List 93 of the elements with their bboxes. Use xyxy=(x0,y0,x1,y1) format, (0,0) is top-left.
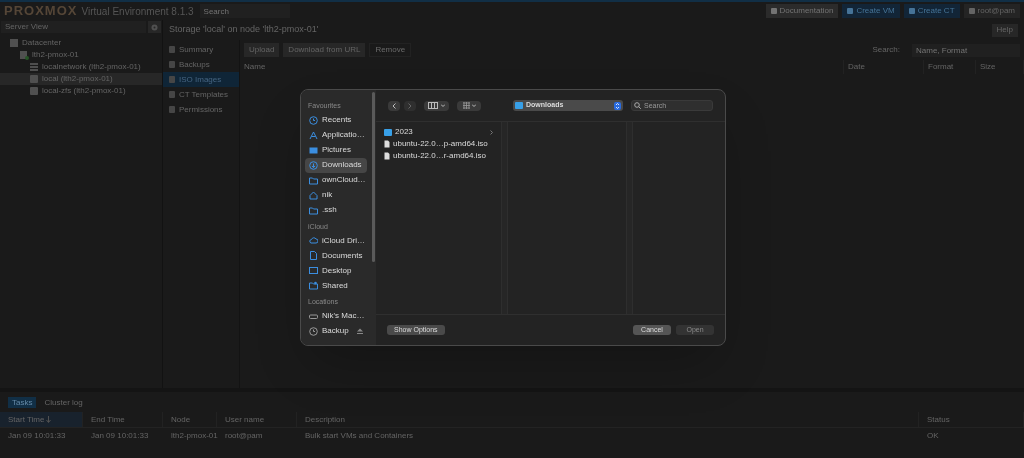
column-header[interactable]: Description xyxy=(297,412,919,427)
chevron-right-icon xyxy=(490,129,493,135)
clock-icon xyxy=(309,115,318,125)
logo: PROXMOX xyxy=(4,2,78,21)
caret-icon xyxy=(441,104,445,107)
stepper-icon xyxy=(614,101,621,110)
sidebar-item[interactable]: .ssh xyxy=(305,202,368,218)
picture-icon xyxy=(309,145,318,155)
file-item[interactable]: ubuntu-22.0…p-amd64.iso xyxy=(384,138,493,150)
grid-view-button[interactable] xyxy=(457,100,481,111)
column-header[interactable]: Date xyxy=(844,60,924,74)
sidebar-item[interactable]: Shared xyxy=(305,278,368,293)
column-header[interactable]: User name xyxy=(217,412,297,427)
product-version: Virtual Environment 8.1.3 xyxy=(81,4,194,19)
sidebar-item[interactable]: ownCloud… xyxy=(305,172,368,188)
house-icon xyxy=(309,190,318,200)
cloud-icon xyxy=(309,236,318,245)
drive-icon xyxy=(309,311,318,321)
nav-item[interactable]: Permissions xyxy=(163,102,239,117)
document-icon xyxy=(309,251,318,260)
header-button[interactable]: Create CT xyxy=(903,4,960,18)
folder-icon xyxy=(515,102,523,109)
tree-item[interactable]: lth2-pmox-01 xyxy=(0,49,162,61)
folder-icon xyxy=(309,205,318,215)
scrollbar[interactable] xyxy=(372,92,376,262)
header-button[interactable]: Documentation xyxy=(765,4,839,18)
table-cell-text: root@pam xyxy=(224,429,264,442)
column-header[interactable]: Name xyxy=(240,60,844,74)
datacenter-icon xyxy=(10,38,19,48)
nav-item[interactable]: Backups xyxy=(163,57,239,72)
table-cell-text: OK xyxy=(926,429,940,442)
search-field[interactable]: Search xyxy=(199,4,290,18)
download-icon xyxy=(309,160,318,170)
column-header[interactable]: Format xyxy=(924,60,976,74)
app-icon xyxy=(309,130,318,140)
columns-icon xyxy=(428,102,439,109)
sidebar-item[interactable]: Nik's Mac… xyxy=(305,308,368,324)
search-label: Search: xyxy=(872,44,900,56)
nav-item[interactable]: ISO Images xyxy=(163,72,239,87)
file-item[interactable]: ubuntu-22.0…r-amd64.iso xyxy=(384,150,493,162)
sidebar-item[interactable]: Desktop xyxy=(305,263,368,278)
caret-icon xyxy=(471,104,476,107)
back-button[interactable] xyxy=(388,100,400,111)
folder-icon xyxy=(384,128,392,136)
column-header[interactable]: Size xyxy=(976,60,1024,74)
sidebar-item[interactable]: nik xyxy=(305,187,368,203)
table-cell-text: lth2-pmox-01 xyxy=(170,429,217,442)
view-selector[interactable]: Server View xyxy=(1,21,146,33)
search-field[interactable]: Name, Format xyxy=(912,43,1020,57)
settings-icon xyxy=(151,23,158,31)
nav-item[interactable]: CT Templates xyxy=(163,87,239,102)
tree-item[interactable]: Datacenter xyxy=(0,37,162,49)
node-icon xyxy=(20,50,29,60)
user-icon xyxy=(968,8,975,14)
sidebar-item[interactable]: Documents xyxy=(305,248,368,263)
tree-item[interactable]: localnetwork (lth2-pmox-01) xyxy=(0,61,162,73)
page-icon xyxy=(169,46,175,53)
column-header[interactable]: Start Time xyxy=(0,412,83,427)
tree-item[interactable]: local-zfs (lth2-pmox-01) xyxy=(0,85,162,97)
table-cell-text: Bulk start VMs and Containers xyxy=(304,429,415,442)
sidebar-item[interactable]: Recents xyxy=(305,112,368,128)
clock-icon xyxy=(309,326,318,336)
forward-button[interactable] xyxy=(404,100,416,111)
settings-button[interactable] xyxy=(148,21,161,33)
square-icon xyxy=(847,8,854,14)
monitor-icon xyxy=(309,266,318,275)
grid-icon xyxy=(462,102,470,109)
sidebar-item[interactable]: Applicatio… xyxy=(305,127,368,143)
column-header[interactable]: Status xyxy=(919,412,1024,427)
file-item[interactable]: 2023 xyxy=(384,126,493,138)
sidebar-item[interactable]: iCloud Dri… xyxy=(305,233,368,248)
network-icon xyxy=(30,62,39,72)
page-icon xyxy=(169,61,175,68)
square-icon xyxy=(770,8,777,14)
sidebar-item[interactable]: Downloads xyxy=(305,157,368,173)
page-title: Storage 'local' on node 'lth2-pmox-01' xyxy=(169,23,319,37)
nav-item[interactable]: Summary xyxy=(163,42,239,57)
chevron-left-icon xyxy=(392,102,396,109)
page-icon xyxy=(169,91,175,98)
shared-folder-icon xyxy=(309,281,318,290)
folder-icon xyxy=(309,175,318,185)
page-icon xyxy=(169,106,175,113)
tab[interactable]: Tasks xyxy=(8,396,37,408)
sidebar-item[interactable]: Backup xyxy=(305,323,368,339)
column-view-button[interactable] xyxy=(424,100,449,111)
sort-down-icon xyxy=(46,416,52,423)
column-header[interactable]: Node xyxy=(163,412,217,427)
sidebar-item[interactable]: Pictures xyxy=(305,142,368,158)
square-icon xyxy=(908,8,915,14)
chevron-right-icon xyxy=(408,102,412,109)
header-button[interactable]: Create VM xyxy=(842,4,900,18)
search-icon xyxy=(634,102,641,109)
page-icon xyxy=(169,76,175,83)
